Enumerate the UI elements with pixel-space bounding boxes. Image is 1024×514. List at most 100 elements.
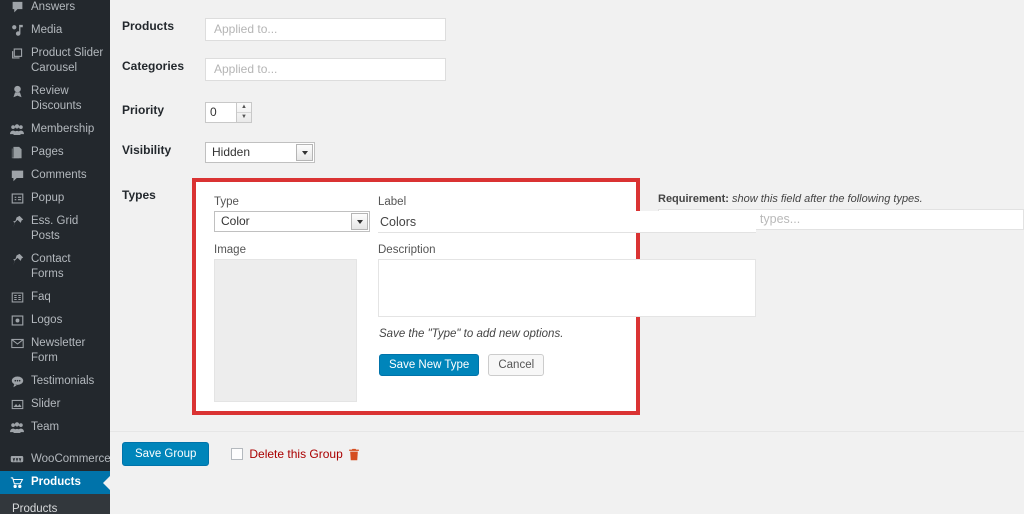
sidebar-item-products[interactable]: Products (0, 471, 110, 494)
sidebar-item-faq[interactable]: Faq (0, 286, 110, 309)
description-textarea[interactable] (378, 259, 756, 317)
cancel-button[interactable]: Cancel (488, 354, 545, 376)
sidebar-item-label: Faq (31, 291, 51, 303)
visibility-label: Visibility (122, 143, 172, 157)
categories-label: Categories (122, 59, 185, 73)
row-products: Products Applied to... (110, 18, 1024, 41)
delete-group-control[interactable]: Delete this Group (231, 447, 359, 461)
label-field-label: Label (378, 196, 407, 208)
team-icon (8, 420, 26, 435)
type-field: Type Color (214, 195, 370, 232)
save-new-type-button[interactable]: Save New Type (379, 354, 480, 376)
type-select[interactable]: Color (214, 211, 370, 232)
save-type-note: Save the "Type" to add new options. (379, 328, 564, 340)
sidebar-item-product-slider-carousel[interactable]: Product Slider Carousel (0, 42, 110, 80)
type-note: Save the "Type" to add new options. (379, 328, 563, 340)
image-upload-box[interactable] (214, 259, 357, 402)
products-input[interactable]: Applied to... (205, 18, 446, 41)
testimonials-icon (8, 374, 26, 389)
sidebar-item-label: Testimonials (31, 375, 95, 387)
sidebar-item-review-discounts[interactable]: Review Discounts (0, 80, 110, 118)
sidebar-item-team[interactable]: Team (0, 416, 110, 439)
sidebar-item-label: Products (31, 476, 81, 488)
product-slider-icon (8, 46, 26, 61)
row-categories: Categories Applied to... (110, 58, 1024, 81)
sidebar-item-popup[interactable]: Popup (0, 187, 110, 210)
faq-icon (8, 290, 26, 305)
priority-label: Priority (122, 103, 165, 117)
types-label: Types (122, 188, 156, 202)
type-actions: Save New Type Cancel (379, 354, 545, 376)
sidebar-item-testimonials[interactable]: Testimonials (0, 370, 110, 393)
sidebar-item-membership[interactable]: Membership (0, 118, 110, 141)
media-icon (8, 23, 26, 38)
sidebar-item-label: Newsletter Form (31, 337, 86, 364)
sidebar-item-logos[interactable]: Logos (0, 309, 110, 332)
popup-icon (8, 191, 26, 206)
comments-icon (8, 168, 26, 183)
priority-value: 0 (210, 105, 217, 119)
cart-icon (8, 475, 26, 490)
slider-icon (8, 397, 26, 412)
sidebar-item-label: Pages (31, 146, 64, 158)
sidebar-item-answers[interactable]: Answers (0, 0, 110, 19)
delete-group-checkbox[interactable] (231, 448, 244, 460)
active-pointer (103, 474, 110, 491)
logos-icon (8, 313, 26, 328)
sidebar-item-pages[interactable]: Pages (0, 141, 110, 164)
sidebar-item-label: Product Slider Carousel (31, 47, 104, 74)
types-panel-inner: Type Color Label Colors Image Descriptio… (196, 182, 756, 411)
categories-input[interactable]: Applied to... (205, 58, 446, 81)
save-group-button[interactable]: Save Group (122, 442, 210, 466)
sidebar-item-woocommerce[interactable]: WooCommerce (0, 448, 110, 471)
pin-icon (8, 252, 26, 267)
sidebar-separator (0, 439, 110, 448)
sidebar-item-contact-forms[interactable]: Contact Forms (0, 248, 110, 286)
sidebar-item-label: Review Discounts (31, 85, 82, 112)
stepper-up-icon[interactable]: ▲ (237, 103, 251, 113)
sidebar-item-comments[interactable]: Comments (0, 164, 110, 187)
admin-screen: Answers Media Product Slider Carousel Re… (0, 0, 1024, 514)
row-priority: Priority 0 ▲ ▼ (110, 102, 1024, 123)
sidebar-item-slider[interactable]: Slider (0, 393, 110, 416)
products-submenu: Products Add Product Categories Tags (0, 494, 110, 514)
membership-icon (8, 122, 26, 137)
review-discounts-icon (8, 84, 26, 99)
type-field-label: Type (214, 196, 239, 208)
sidebar-item-media[interactable]: Media (0, 19, 110, 42)
sidebar-item-label: Team (31, 421, 60, 433)
sidebar-item-label: Answers (31, 1, 76, 13)
row-visibility: Visibility Hidden (110, 142, 1024, 163)
sidebar-item-label: Popup (31, 192, 65, 204)
sidebar-item-ess-grid-posts[interactable]: Ess. Grid Posts (0, 210, 110, 248)
sidebar-item-label: Media (31, 24, 63, 36)
admin-sidebar: Answers Media Product Slider Carousel Re… (0, 0, 110, 514)
sidebar-item-label: Ess. Grid Posts (31, 215, 79, 242)
label-field: Label Colors (378, 195, 756, 233)
sidebar-item-newsletter-form[interactable]: Newsletter Form (0, 332, 110, 370)
delete-group-label[interactable]: Delete this Group (249, 447, 342, 461)
type-value: Color (221, 214, 250, 228)
stepper-down-icon[interactable]: ▼ (237, 113, 251, 123)
sidebar-item-label: Slider (31, 398, 61, 410)
types-panel: Type Color Label Colors Image Descriptio… (192, 178, 756, 415)
chevron-down-icon[interactable] (351, 213, 368, 230)
email-icon (8, 336, 26, 351)
description-field-label: Description (378, 244, 436, 256)
priority-stepper[interactable]: 0 ▲ ▼ (205, 102, 252, 123)
products-label: Products (122, 19, 175, 33)
pin-icon (8, 214, 26, 229)
submenu-item-products[interactable]: Products (0, 500, 110, 514)
footer-actions: Save Group Delete this Group (122, 442, 360, 466)
chevron-down-icon[interactable] (296, 144, 313, 161)
image-field-label: Image (214, 244, 246, 256)
visibility-value: Hidden (212, 145, 251, 159)
priority-spinner-buttons[interactable]: ▲ ▼ (236, 103, 251, 122)
main-content: Products Applied to... Categories Applie… (110, 0, 1024, 514)
visibility-select[interactable]: Hidden (205, 142, 315, 163)
pages-icon (8, 145, 26, 160)
label-input[interactable]: Colors (378, 211, 756, 233)
description-field: Description (378, 243, 756, 317)
trash-icon[interactable] (348, 448, 360, 461)
footer-bar: Save Group Delete this Group (110, 431, 1024, 514)
